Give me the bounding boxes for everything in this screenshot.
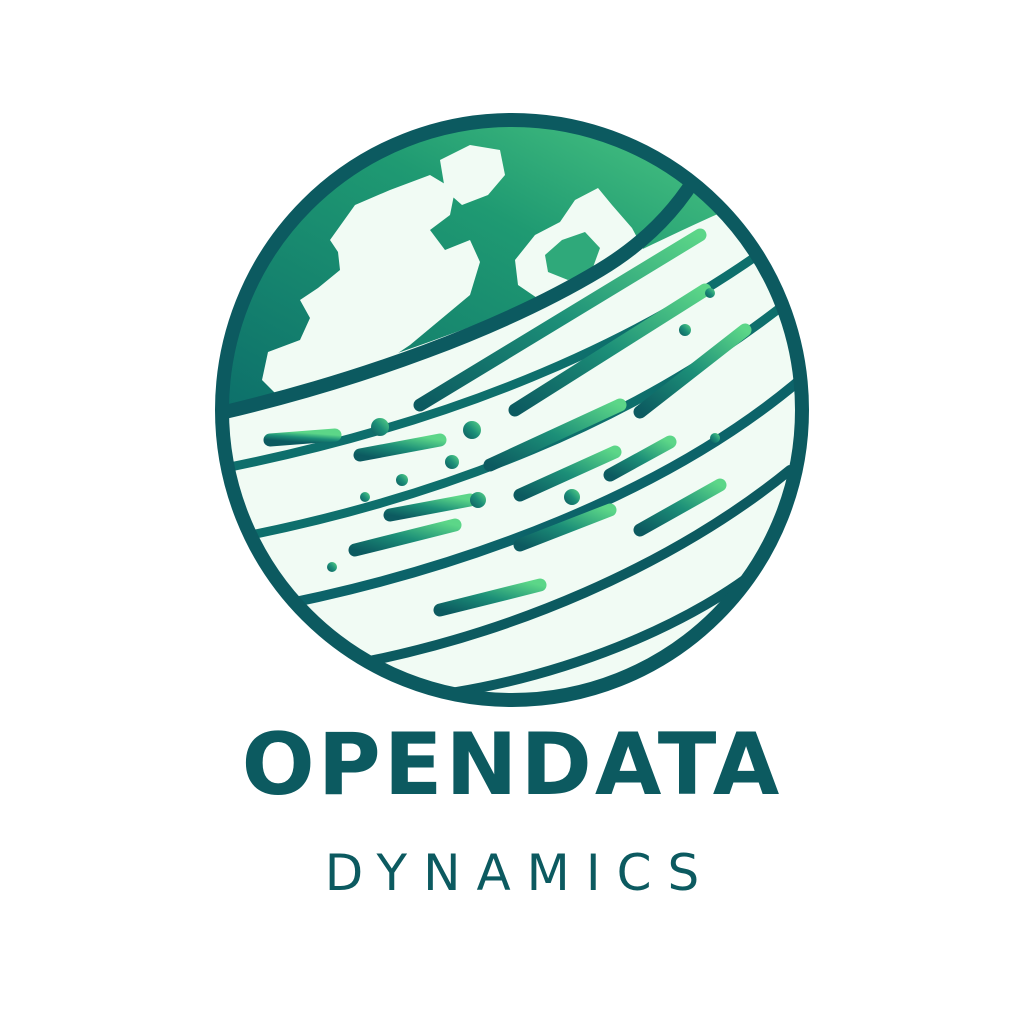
data-dot (679, 324, 691, 336)
data-dot (396, 474, 408, 486)
data-dot (360, 492, 370, 502)
data-dot (710, 433, 720, 443)
data-stripe (263, 428, 342, 447)
data-dot (371, 418, 389, 436)
data-dot (445, 455, 459, 469)
brand-name: OPENDATA (241, 715, 783, 815)
data-dot (327, 562, 337, 572)
data-dot (705, 288, 715, 298)
data-dot (564, 489, 580, 505)
data-dot (470, 492, 486, 508)
data-dot (463, 421, 481, 439)
brand-tagline: DYNAMICS (324, 844, 716, 902)
